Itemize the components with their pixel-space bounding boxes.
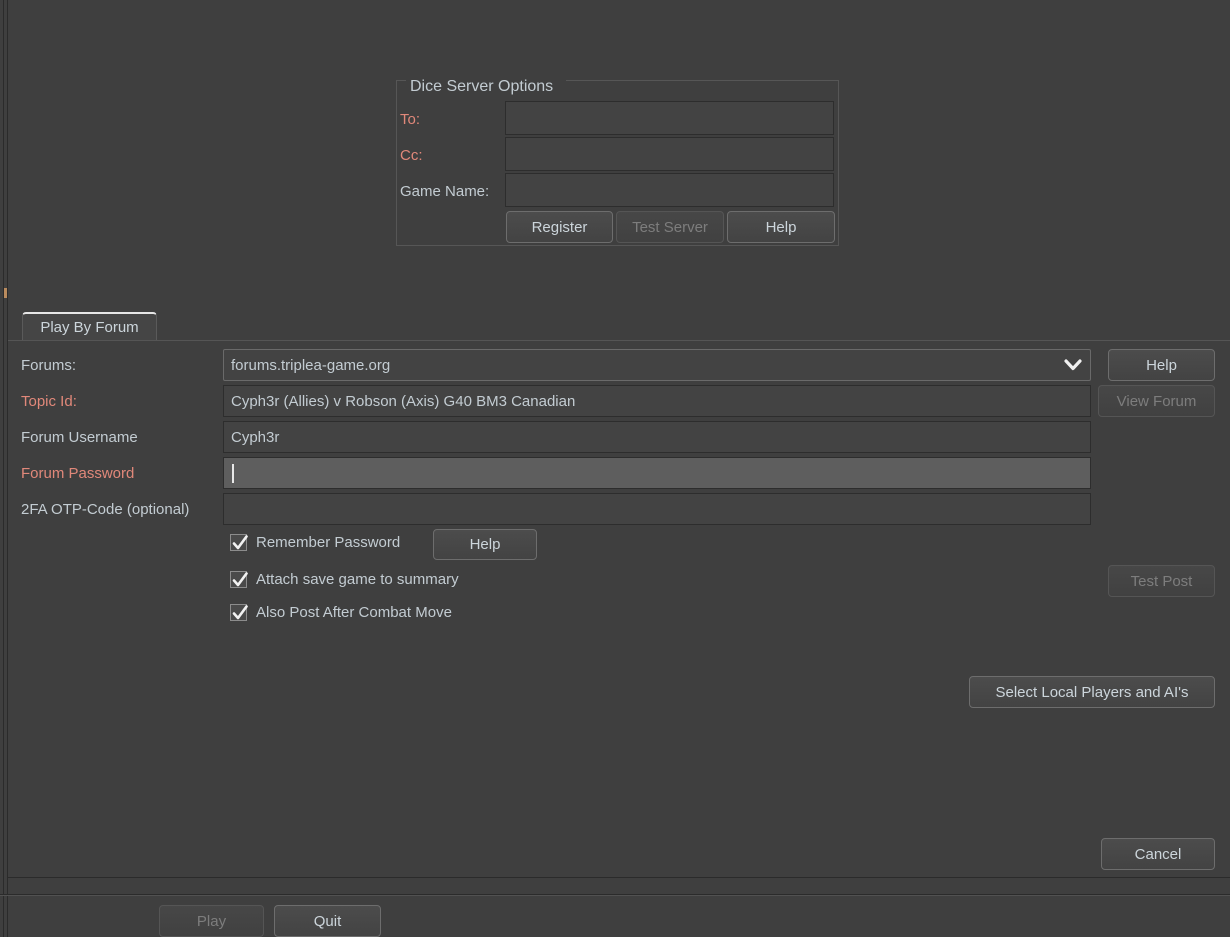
checkbox-label: Attach save game to summary: [256, 571, 459, 588]
forum-password-input[interactable]: [223, 457, 1091, 489]
forum-password-label: Forum Password: [21, 465, 135, 482]
cancel-button[interactable]: Cancel: [1101, 838, 1215, 870]
left-rail: [0, 0, 8, 937]
group-border-right: [566, 80, 839, 81]
group-border-left: [396, 80, 406, 81]
checkmark-icon: [230, 571, 248, 588]
view-forum-button[interactable]: View Forum: [1098, 385, 1215, 417]
topic-id-label: Topic Id:: [21, 393, 77, 410]
game-name-label: Game Name:: [400, 183, 490, 200]
game-name-input[interactable]: [505, 173, 834, 207]
otp-label: 2FA OTP-Code (optional): [21, 501, 190, 518]
forum-username-label: Forum Username: [21, 429, 138, 446]
tab-underline: [8, 340, 1230, 341]
forum-help-button[interactable]: Help: [1108, 349, 1215, 381]
to-input[interactable]: [505, 101, 834, 135]
left-rail-marker: [4, 288, 7, 298]
checkmark-icon: [230, 534, 248, 551]
forums-select-value: forums.triplea-game.org: [231, 356, 391, 374]
triplea-play-by-forum-window: Dice Server Options To: Cc: Game Name: R…: [0, 0, 1230, 937]
cc-input[interactable]: [505, 137, 834, 171]
forum-username-input[interactable]: Cyph3r: [223, 421, 1091, 453]
checkbox-remember-password[interactable]: Remember Password: [230, 534, 400, 551]
remember-password-help-button[interactable]: Help: [433, 529, 537, 560]
left-rail-divider: [3, 0, 4, 937]
checkbox-label: Remember Password: [256, 534, 401, 551]
tab-play-by-forum[interactable]: Play By Forum: [22, 312, 157, 341]
checkbox-label: Also Post After Combat Move: [256, 604, 452, 621]
dice-server-options-title: Dice Server Options: [407, 78, 557, 96]
cc-label: Cc:: [400, 147, 423, 164]
test-post-button[interactable]: Test Post: [1108, 565, 1215, 597]
dice-server-help-button[interactable]: Help: [727, 211, 835, 243]
play-button[interactable]: Play: [159, 905, 264, 937]
forums-label: Forums:: [21, 357, 77, 374]
checkbox-attach-save-game[interactable]: Attach save game to summary: [230, 571, 459, 588]
select-local-players-button[interactable]: Select Local Players and AI's: [969, 676, 1215, 708]
chevron-down-icon: [1056, 359, 1090, 371]
register-button[interactable]: Register: [506, 211, 613, 243]
quit-button[interactable]: Quit: [274, 905, 381, 937]
text-caret: [232, 463, 234, 483]
topic-id-input[interactable]: Cyph3r (Allies) v Robson (Axis) G40 BM3 …: [223, 385, 1091, 417]
test-server-button[interactable]: Test Server: [616, 211, 724, 243]
checkmark-icon: [230, 604, 248, 621]
checkbox-also-post-after-combat-move[interactable]: Also Post After Combat Move: [230, 604, 452, 621]
bottom-separator-light: [0, 895, 1230, 896]
content-bottom-edge: [8, 877, 1230, 878]
forums-select[interactable]: forums.triplea-game.org: [223, 349, 1091, 381]
otp-input[interactable]: [223, 493, 1091, 525]
to-label: To:: [400, 111, 421, 128]
